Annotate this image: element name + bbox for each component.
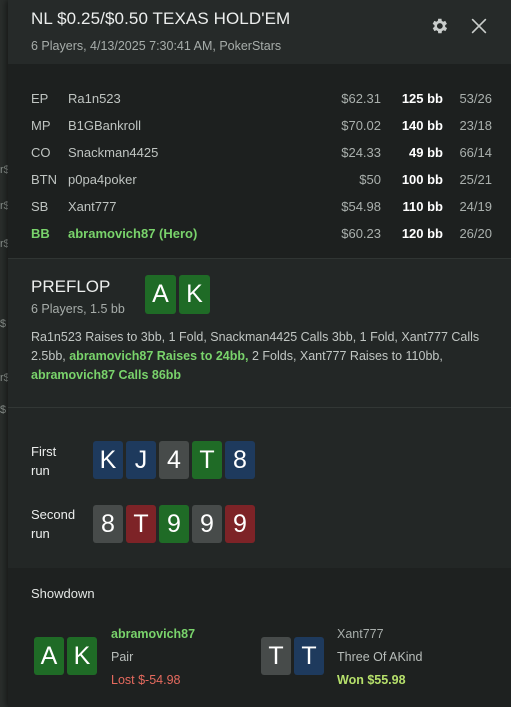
- game-title: NL $0.25/$0.50 TEXAS HOLD'EM: [31, 9, 291, 28]
- game-subtitle: 6 Players, 4/13/2025 7:30:41 AM, PokerSt…: [31, 39, 282, 53]
- playing-card: K: [93, 441, 123, 479]
- playing-card: A: [34, 637, 64, 675]
- preflop-section: PREFLOP 6 Players, 1.5 bb AK Ra1n523 Rai…: [8, 259, 511, 408]
- preflop-subtitle: 6 Players, 1.5 bb: [31, 302, 125, 316]
- player-stack: $50: [359, 172, 381, 187]
- showdown-section: Showdown AK abramovich87 Pair Lost $-54.…: [8, 568, 511, 707]
- second-run-label: Second run: [31, 505, 75, 543]
- playing-card: K: [179, 275, 210, 314]
- showdown-player-name: abramovich87: [111, 627, 196, 641]
- player-row: SB Xant777 $54.98 110 bb 24/19: [8, 193, 511, 220]
- playing-card: A: [145, 275, 176, 314]
- run-label-line: run: [31, 463, 50, 478]
- showdown-villain-cards: TT: [261, 637, 327, 675]
- hand-history-panel: NL $0.25/$0.50 TEXAS HOLD'EM 6 Players, …: [8, 0, 511, 707]
- player-stack-bb: 100 bb: [401, 172, 443, 187]
- panel-header: NL $0.25/$0.50 TEXAS HOLD'EM 6 Players, …: [8, 0, 511, 64]
- playing-card: T: [294, 637, 324, 675]
- player-stack: $70.02: [341, 118, 381, 133]
- player-position: CO: [31, 145, 51, 160]
- player-name: abramovich87 (Hero): [68, 226, 198, 241]
- showdown-title: Showdown: [31, 586, 95, 601]
- background-page-strip: r$ r$ r$ $ r$ $: [0, 0, 10, 707]
- player-name: p0pa4poker: [68, 172, 137, 187]
- playing-card: 8: [93, 505, 123, 543]
- hero-action: abramovich87 Calls 86bb: [31, 368, 182, 382]
- playing-card: 4: [159, 441, 189, 479]
- player-row: BTN p0pa4poker $50 100 bb 25/21: [8, 166, 511, 193]
- background-mark: $: [0, 404, 7, 416]
- player-name: Ra1n523: [68, 91, 121, 106]
- hero-hole-cards: AK: [145, 275, 213, 314]
- showdown-hero-cards: AK: [34, 637, 100, 675]
- playing-card: 9: [225, 505, 255, 543]
- showdown-result: Won $55.98: [337, 673, 406, 687]
- player-name: B1GBankroll: [68, 118, 141, 133]
- player-position: BTN: [31, 172, 57, 187]
- player-stat: 23/18: [459, 118, 492, 133]
- hero-action: abramovich87 Raises to 24bb,: [69, 349, 249, 363]
- player-stack: $60.23: [341, 226, 381, 241]
- player-stack: $62.31: [341, 91, 381, 106]
- player-stack: $54.98: [341, 199, 381, 214]
- showdown-hand-rank: Pair: [111, 650, 134, 664]
- second-run-cards: 8T999: [93, 505, 258, 543]
- showdown-hero-info: abramovich87 Pair Lost $-54.98: [111, 623, 195, 692]
- player-stack-bb: 49 bb: [409, 145, 443, 160]
- first-run-cards: KJ4T8: [93, 441, 258, 479]
- background-mark: r$: [0, 200, 10, 212]
- background-mark: $: [0, 318, 7, 330]
- player-position: BB: [31, 226, 50, 241]
- background-mark: r$: [0, 372, 10, 384]
- playing-card: J: [126, 441, 156, 479]
- player-row: CO Snackman4425 $24.33 49 bb 66/14: [8, 139, 511, 166]
- player-position: EP: [31, 91, 49, 106]
- action-text: 2 Folds, Xant777 Raises to 110bb,: [248, 349, 443, 363]
- player-stat: 53/26: [459, 91, 492, 106]
- playing-card: T: [126, 505, 156, 543]
- playing-card: 8: [225, 441, 255, 479]
- preflop-title: PREFLOP: [31, 277, 111, 296]
- playing-card: T: [192, 441, 222, 479]
- player-row: EP Ra1n523 $62.31 125 bb 53/26: [8, 85, 511, 112]
- showdown-player-name: Xant777: [337, 627, 384, 641]
- background-mark: r$: [0, 164, 10, 176]
- player-stat: 66/14: [459, 145, 492, 160]
- players-table: EP Ra1n523 $62.31 125 bb 53/26 MP B1GBan…: [8, 64, 511, 259]
- player-stack-bb: 140 bb: [401, 118, 443, 133]
- player-stack-bb: 110 bb: [402, 199, 443, 214]
- showdown-result: Lost $-54.98: [111, 673, 181, 687]
- board-runs: First run KJ4T8 Second run 8T999: [8, 408, 511, 568]
- player-position: SB: [31, 199, 49, 214]
- settings-gear-icon[interactable]: [429, 16, 449, 36]
- playing-card: 9: [159, 505, 189, 543]
- player-name: Snackman4425: [68, 145, 159, 160]
- player-stat: 25/21: [459, 172, 492, 187]
- showdown-hand-rank: Three Of AKind: [337, 650, 423, 664]
- playing-card: K: [67, 637, 97, 675]
- player-stack-bb: 125 bb: [401, 91, 443, 106]
- player-stack-bb: 120 bb: [401, 226, 443, 241]
- player-name: Xant777: [68, 199, 117, 214]
- player-row: MP B1GBankroll $70.02 140 bb 23/18: [8, 112, 511, 139]
- player-stack: $24.33: [341, 145, 381, 160]
- player-stat: 26/20: [459, 226, 492, 241]
- player-row-hero: BB abramovich87 (Hero) $60.23 120 bb 26/…: [8, 220, 511, 247]
- first-run-label: First run: [31, 442, 56, 480]
- preflop-action-text: Ra1n523 Raises to 3bb, 1 Fold, Snackman4…: [31, 328, 491, 385]
- background-mark: r$: [0, 238, 10, 250]
- run-label-line: run: [31, 526, 50, 541]
- close-icon[interactable]: [468, 15, 490, 37]
- run-label-line: First: [31, 444, 57, 459]
- player-stat: 24/19: [459, 199, 492, 214]
- playing-card: 9: [192, 505, 222, 543]
- player-position: MP: [31, 118, 51, 133]
- run-label-line: Second: [31, 507, 76, 522]
- showdown-villain-info: Xant777 Three Of AKind Won $55.98: [337, 623, 422, 692]
- playing-card: T: [261, 637, 291, 675]
